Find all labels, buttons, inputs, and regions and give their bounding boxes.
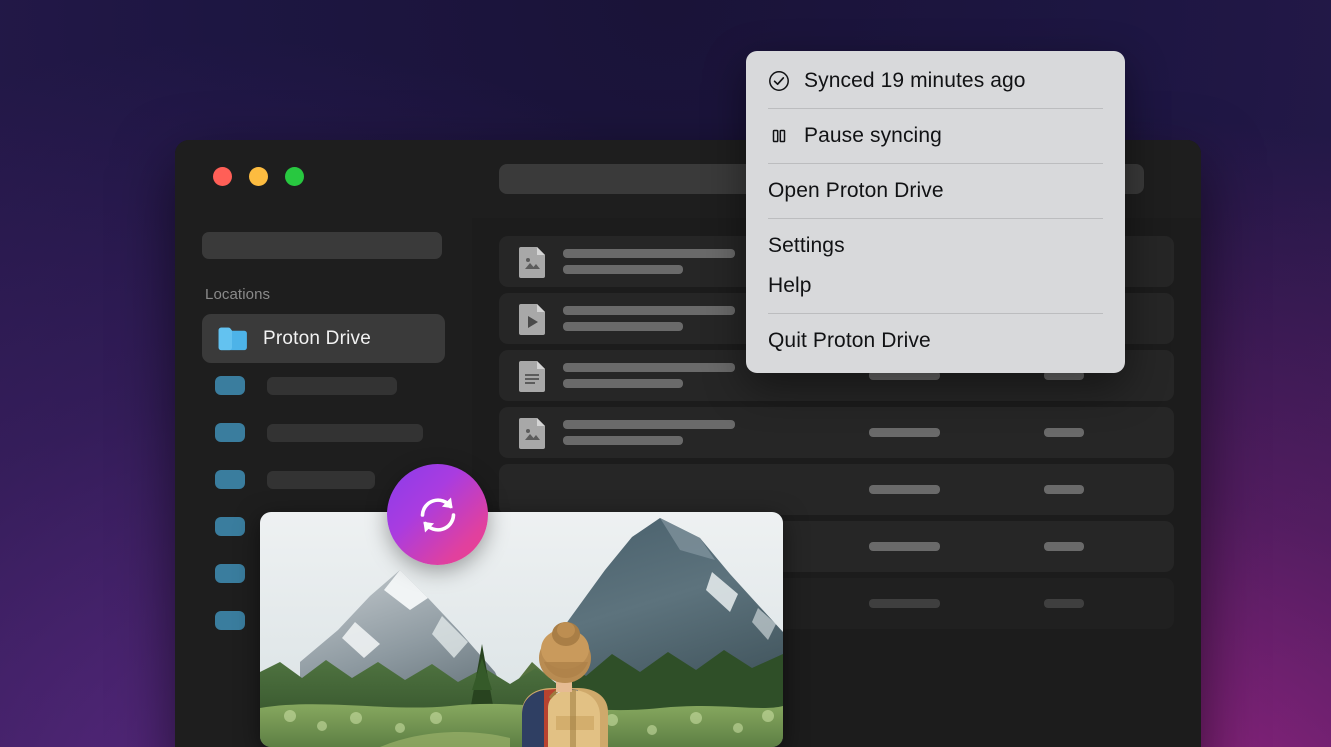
table-row[interactable] — [499, 407, 1174, 458]
file-meta-bar — [869, 599, 940, 608]
file-size-bar — [1044, 542, 1084, 551]
file-size-bar — [1044, 599, 1084, 608]
menu-separator — [768, 108, 1103, 109]
file-name-placeholder — [563, 306, 735, 331]
file-name-placeholder — [563, 363, 735, 388]
menu-item-label: Synced 19 minutes ago — [804, 69, 1026, 93]
menu-item-label: Open Proton Drive — [768, 179, 944, 203]
menu-item-help[interactable]: Help — [746, 266, 1125, 306]
menu-item-open-proton-drive[interactable]: Open Proton Drive — [746, 171, 1125, 211]
pause-icon — [768, 125, 790, 147]
maximize-button[interactable] — [285, 167, 304, 186]
file-sub-bar — [563, 436, 683, 445]
file-name-bar — [563, 306, 735, 315]
minimize-button[interactable] — [249, 167, 268, 186]
sidebar-chip-icon — [215, 423, 245, 442]
file-size-bar — [1044, 428, 1084, 437]
table-row[interactable] — [499, 464, 1174, 515]
menu-item-quit-proton-drive[interactable]: Quit Proton Drive — [746, 321, 1125, 361]
menu-separator — [768, 313, 1103, 314]
sidebar-chip-icon — [215, 517, 245, 536]
close-button[interactable] — [213, 167, 232, 186]
sidebar-section-label: Locations — [205, 286, 472, 303]
file-name-bar — [563, 420, 735, 429]
menu-item-settings[interactable]: Settings — [746, 226, 1125, 266]
folder-icon — [217, 326, 248, 351]
file-meta-bar — [869, 485, 940, 494]
file-name-placeholder — [563, 249, 735, 274]
document-file-icon — [519, 359, 547, 392]
sidebar-chip-icon — [215, 611, 245, 630]
sidebar-placeholder-bar — [267, 424, 423, 442]
check-circle-icon — [768, 70, 790, 92]
menu-item-label: Quit Proton Drive — [768, 329, 931, 353]
sidebar-item-proton-drive[interactable]: Proton Drive — [202, 314, 445, 363]
video-file-icon — [519, 302, 547, 335]
menu-item-label: Settings — [768, 234, 845, 258]
menu-item-sync-status: Synced 19 minutes ago — [746, 61, 1125, 101]
photo-thumbnail[interactable] — [260, 512, 783, 747]
sidebar-item-label: Proton Drive — [263, 328, 371, 350]
sidebar-placeholder-bar — [267, 377, 397, 395]
sidebar-chip-icon — [215, 564, 245, 583]
file-name-bar — [563, 249, 735, 258]
proton-drive-context-menu: Synced 19 minutes ago Pause syncing Open… — [746, 51, 1125, 373]
menu-item-label: Pause syncing — [804, 124, 942, 148]
image-file-icon — [519, 245, 547, 278]
file-name-placeholder — [563, 420, 735, 445]
file-meta-bar — [869, 428, 940, 437]
menu-separator — [768, 218, 1103, 219]
file-sub-bar — [563, 265, 683, 274]
menu-separator — [768, 163, 1103, 164]
sync-status-badge[interactable] — [387, 464, 488, 565]
file-name-bar — [563, 363, 735, 372]
window-traffic-lights — [175, 140, 472, 186]
menu-item-label: Help — [768, 274, 812, 298]
sidebar-placeholder-bar — [267, 471, 375, 489]
file-size-bar — [1044, 485, 1084, 494]
sidebar-placeholder-row[interactable] — [215, 376, 472, 395]
menu-item-pause-syncing[interactable]: Pause syncing — [746, 116, 1125, 156]
sidebar-chip-icon — [215, 470, 245, 489]
file-sub-bar — [563, 322, 683, 331]
file-sub-bar — [563, 379, 683, 388]
sidebar-chip-icon — [215, 376, 245, 395]
sidebar-placeholder-row[interactable] — [215, 423, 472, 442]
image-file-icon — [519, 416, 547, 449]
file-meta-bar — [869, 542, 940, 551]
sync-arrows-icon — [410, 487, 466, 543]
sidebar-search-input[interactable] — [202, 232, 442, 259]
